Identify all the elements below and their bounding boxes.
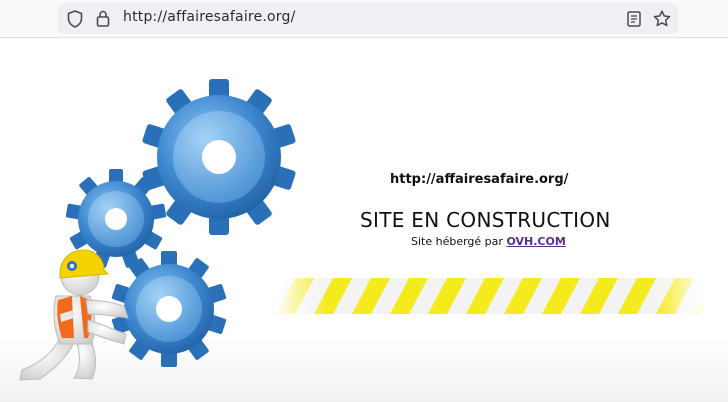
site-url-heading: http://affairesafaire.org/	[390, 172, 569, 187]
page-content: http://affairesafaire.org/ SITE EN CONST…	[0, 38, 728, 402]
hosted-by-text: Site hébergé par	[411, 235, 507, 248]
page-title: SITE EN CONSTRUCTION	[360, 208, 611, 232]
browser-toolbar: http://affairesafaire.org/	[0, 0, 728, 38]
gears-worker-illustration	[19, 79, 296, 381]
shield-icon[interactable]	[67, 10, 83, 28]
hosted-by-line: Site hébergé par OVH.COM	[411, 235, 566, 248]
construction-worker-figure	[19, 249, 129, 381]
lower-gear	[111, 251, 227, 367]
reader-view-icon[interactable]	[627, 11, 641, 27]
caution-stripes-banner	[276, 278, 706, 314]
ovh-link[interactable]: OVH.COM	[506, 235, 565, 248]
lock-icon[interactable]	[96, 10, 110, 27]
address-bar-url[interactable]: http://affairesafaire.org/	[123, 9, 296, 25]
star-bookmark-icon[interactable]	[653, 10, 671, 27]
